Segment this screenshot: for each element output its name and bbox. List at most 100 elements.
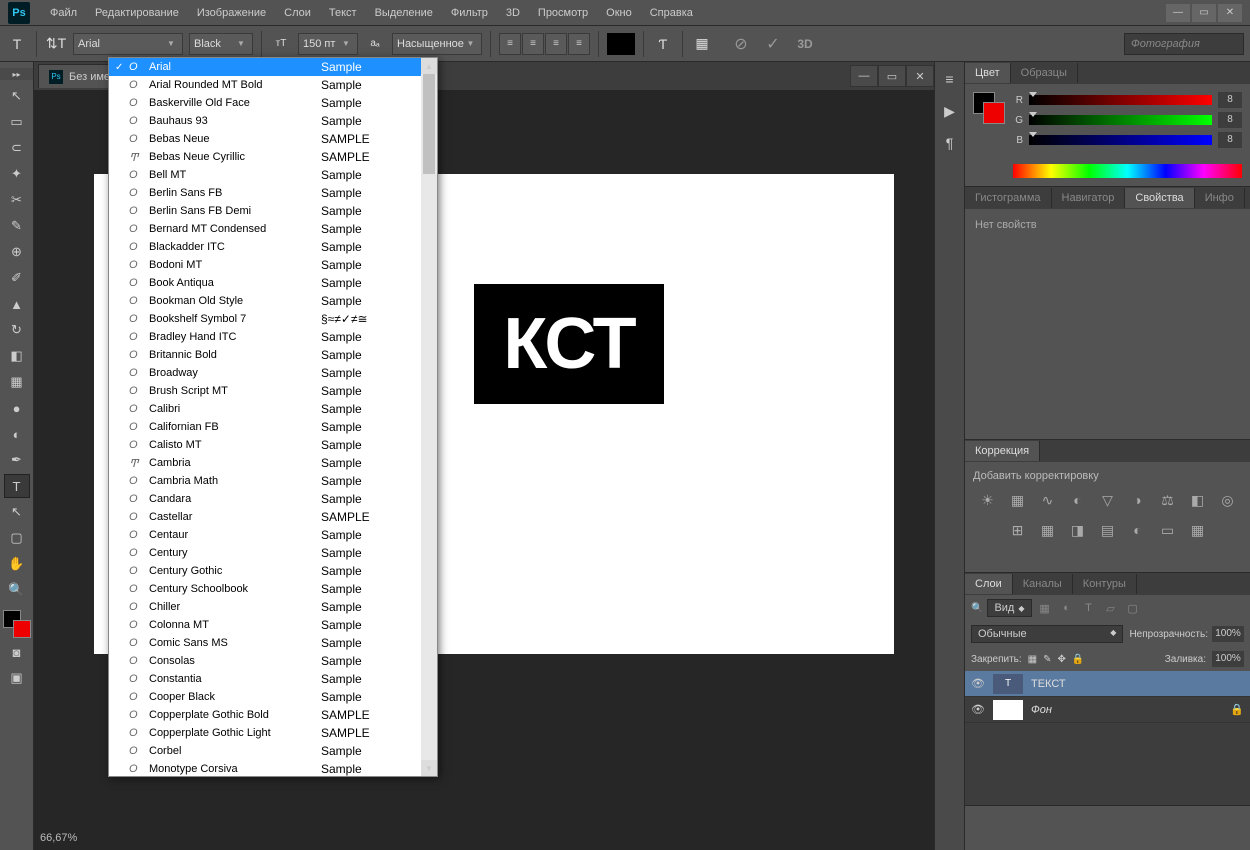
r-slider[interactable] — [1029, 95, 1212, 105]
filter-shape-icon[interactable]: ▱ — [1102, 599, 1120, 617]
lock-move-icon[interactable]: ✥ — [1058, 654, 1066, 665]
doc-minimize[interactable]: — — [850, 65, 878, 87]
menu-Слои[interactable]: Слои — [275, 3, 320, 23]
layer-row[interactable]: 👁TТЕКСТ — [965, 671, 1250, 697]
paragraph-panel-icon[interactable]: ¶ — [939, 132, 961, 154]
font-option[interactable]: OChillerSample — [109, 598, 421, 616]
menu-Редактирование[interactable]: Редактирование — [86, 3, 188, 23]
tab-color[interactable]: Цвет — [965, 63, 1011, 83]
pen-tool[interactable]: ✒ — [4, 448, 30, 472]
hand-tool[interactable]: ✋ — [4, 552, 30, 576]
tab-info[interactable]: Инфо — [1195, 188, 1245, 208]
history-brush-tool[interactable]: ↻ — [4, 318, 30, 342]
healing-tool[interactable]: ⊕ — [4, 240, 30, 264]
font-option[interactable]: OCalifornian FBSample — [109, 418, 421, 436]
character-panel-button[interactable]: ▦ — [691, 33, 713, 55]
text-orientation-icon[interactable]: ⇅T — [45, 33, 67, 55]
font-option[interactable]: OCalisto MTSample — [109, 436, 421, 454]
doc-close[interactable]: ✕ — [906, 65, 934, 87]
warp-text-button[interactable]: Ƭ — [652, 33, 674, 55]
b-value[interactable]: 8 — [1218, 132, 1242, 148]
screenmode-tool[interactable]: ▣ — [4, 666, 30, 690]
filter-type-icon[interactable]: T — [1080, 599, 1098, 617]
align-justify-button[interactable]: ≡ — [568, 33, 590, 55]
tab-paths[interactable]: Контуры — [1073, 574, 1137, 594]
blend-mode-dropdown[interactable]: Обычные◆ — [971, 625, 1123, 643]
font-option[interactable]: OCandaraSample — [109, 490, 421, 508]
menu-Справка[interactable]: Справка — [641, 3, 702, 23]
lock-position-icon[interactable]: ✎ — [1043, 654, 1051, 665]
font-option[interactable]: OBerlin Sans FB DemiSample — [109, 202, 421, 220]
text-color-swatch[interactable] — [607, 33, 635, 55]
scroll-up-icon[interactable]: ▲ — [421, 58, 437, 74]
zoom-tool[interactable]: 🔍 — [4, 578, 30, 602]
background-color[interactable] — [13, 620, 31, 638]
font-option[interactable]: ͲCambriaSample — [109, 454, 421, 472]
font-option[interactable]: OCambria MathSample — [109, 472, 421, 490]
vibrance-icon[interactable]: ▽ — [1098, 490, 1118, 510]
scroll-thumb[interactable] — [423, 74, 435, 174]
layer-row[interactable]: 👁Фон🔒 — [965, 697, 1250, 723]
stamp-tool[interactable]: ▲ — [4, 292, 30, 316]
hue-icon[interactable]: ◑ — [1128, 490, 1148, 510]
font-option[interactable]: OCopperplate Gothic BoldSAMPLE — [109, 706, 421, 724]
exposure-icon[interactable]: ◐ — [1068, 490, 1088, 510]
expand-tools[interactable]: ▸▸ — [0, 68, 33, 80]
font-option[interactable]: OBook AntiquaSample — [109, 274, 421, 292]
search-field[interactable]: Фотография — [1124, 33, 1244, 55]
font-option[interactable]: OBookman Old StyleSample — [109, 292, 421, 310]
gradient-map-icon[interactable]: ▭ — [1158, 520, 1178, 540]
eyedropper-tool[interactable]: ✎ — [4, 214, 30, 238]
font-option[interactable]: OCooper BlackSample — [109, 688, 421, 706]
font-option[interactable]: OBodoni MTSample — [109, 256, 421, 274]
color-swatches[interactable] — [3, 610, 31, 638]
dodge-tool[interactable]: ◐ — [4, 422, 30, 446]
font-option[interactable]: OConstantiaSample — [109, 670, 421, 688]
scroll-down-icon[interactable]: ▼ — [421, 760, 437, 776]
gradient-tool[interactable]: ▦ — [4, 370, 30, 394]
posterize-icon[interactable]: ▤ — [1098, 520, 1118, 540]
balance-icon[interactable]: ⚖ — [1158, 490, 1178, 510]
spectrum-bar[interactable] — [1013, 164, 1242, 178]
font-option[interactable]: OBlackadder ITCSample — [109, 238, 421, 256]
close-button[interactable]: ✕ — [1218, 4, 1242, 22]
font-option[interactable]: OBauhaus 93Sample — [109, 112, 421, 130]
font-option[interactable]: OCentury SchoolbookSample — [109, 580, 421, 598]
tab-adjustments[interactable]: Коррекция — [965, 441, 1040, 461]
menu-Выделение[interactable]: Выделение — [366, 3, 442, 23]
align-right-button[interactable]: ≡ — [545, 33, 567, 55]
font-option[interactable]: OMonotype CorsivaSample — [109, 760, 421, 776]
tab-swatches[interactable]: Образцы — [1011, 63, 1078, 83]
panel-color-swatches[interactable] — [973, 92, 1005, 124]
commit-icon[interactable]: ✓ — [761, 32, 785, 56]
brush-tool[interactable]: ✐ — [4, 266, 30, 290]
font-option[interactable]: OBookshelf Symbol 7§≈≠✓≠≅ — [109, 310, 421, 328]
crop-tool[interactable]: ✂ — [4, 188, 30, 212]
shape-tool[interactable]: ▢ — [4, 526, 30, 550]
g-slider[interactable] — [1029, 115, 1212, 125]
antialias-dropdown[interactable]: Насыщенное ▼ — [392, 33, 482, 55]
bw-icon[interactable]: ◧ — [1188, 490, 1208, 510]
font-option[interactable]: OCalibriSample — [109, 400, 421, 418]
eraser-tool[interactable]: ◧ — [4, 344, 30, 368]
font-option[interactable]: OBrush Script MTSample — [109, 382, 421, 400]
b-slider[interactable] — [1029, 135, 1212, 145]
font-option[interactable]: OColonna MTSample — [109, 616, 421, 634]
selective-icon[interactable]: ▦ — [1188, 520, 1208, 540]
menu-3D[interactable]: 3D — [497, 3, 529, 23]
cancel-icon[interactable]: ⊘ — [729, 32, 753, 56]
doc-maximize[interactable]: ▭ — [878, 65, 906, 87]
font-weight-dropdown[interactable]: Black ▼ — [189, 33, 253, 55]
menu-Файл[interactable]: Файл — [41, 3, 86, 23]
maximize-button[interactable]: ▭ — [1192, 4, 1216, 22]
levels-icon[interactable]: ▦ — [1008, 490, 1028, 510]
marquee-tool[interactable]: ▭ — [4, 110, 30, 134]
brightness-icon[interactable]: ☀ — [978, 490, 998, 510]
font-option[interactable]: OArial Rounded MT BoldSample — [109, 76, 421, 94]
mixer-icon[interactable]: ⊞ — [1008, 520, 1028, 540]
threshold-icon[interactable]: ◐ — [1128, 520, 1148, 540]
lock-pixels-icon[interactable]: ▦ — [1028, 654, 1037, 665]
invert-icon[interactable]: ◨ — [1068, 520, 1088, 540]
font-option[interactable]: OCentury GothicSample — [109, 562, 421, 580]
font-option[interactable]: OBradley Hand ITCSample — [109, 328, 421, 346]
